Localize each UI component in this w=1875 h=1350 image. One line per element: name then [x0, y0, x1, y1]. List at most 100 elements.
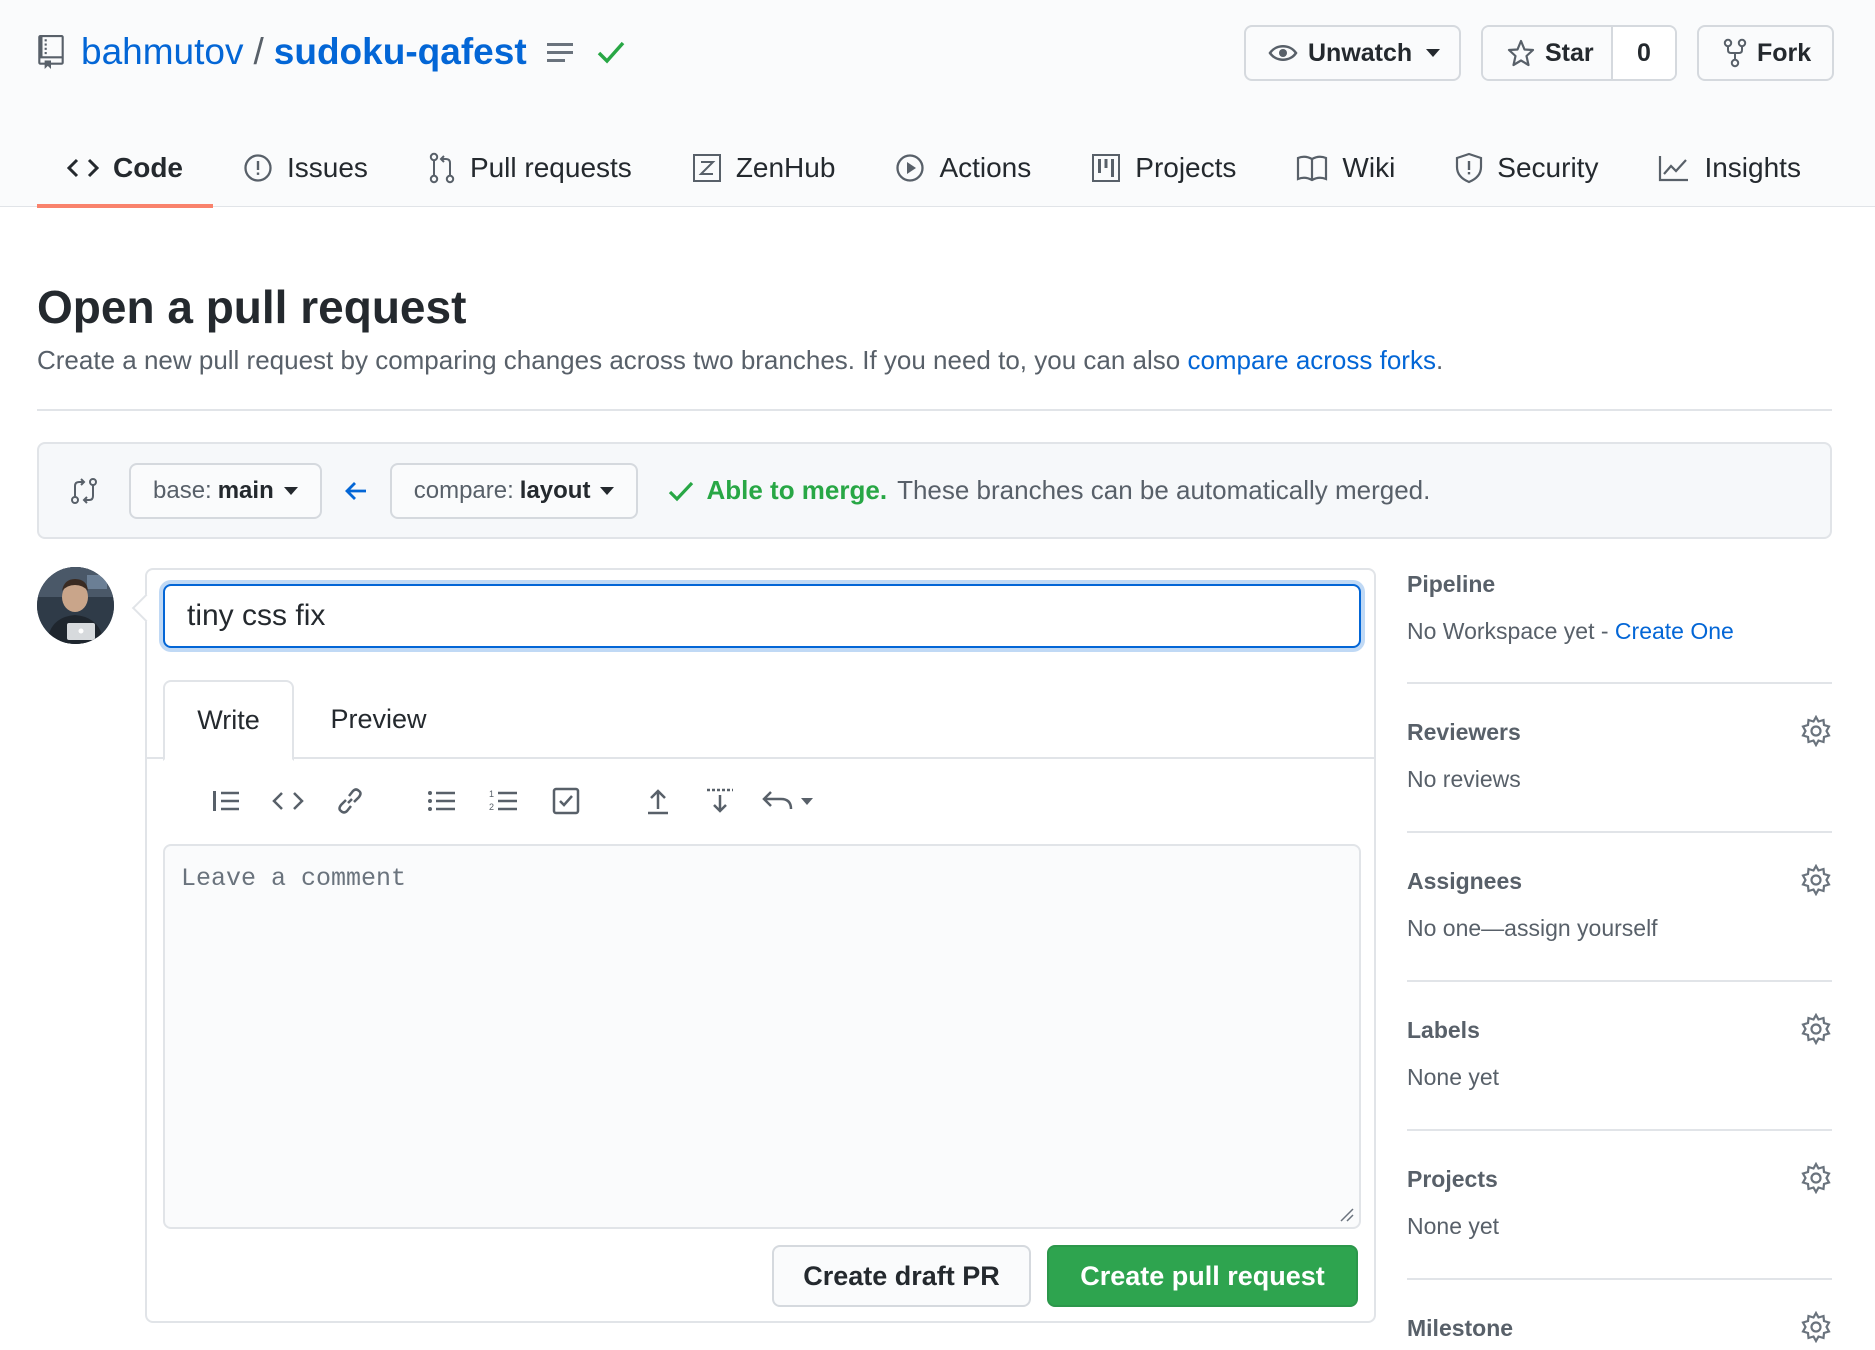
compare-across-forks-link[interactable]: compare across forks: [1187, 345, 1436, 375]
issue-icon: [243, 153, 273, 183]
base-branch-select[interactable]: base: main: [129, 462, 322, 519]
unwatch-button[interactable]: Unwatch: [1244, 25, 1461, 81]
star-label: Star: [1545, 38, 1594, 67]
tab-actions[interactable]: Actions: [865, 128, 1061, 207]
create-draft-pr-button[interactable]: Create draft PR: [772, 1245, 1031, 1307]
compare-branch-select[interactable]: compare: layout: [389, 462, 639, 519]
unordered-list-icon[interactable]: [419, 778, 465, 824]
tab-zenhub[interactable]: ZenHub: [662, 128, 866, 207]
discussion-sidebar: Pipeline No Workspace yet - Create One R…: [1407, 567, 1832, 1350]
svg-text:2: 2: [489, 802, 494, 812]
tab-wiki[interactable]: Wiki: [1266, 128, 1425, 207]
fork-button[interactable]: Fork: [1697, 25, 1834, 81]
tab-insights-label: Insights: [1704, 151, 1801, 183]
tab-write[interactable]: Write: [163, 680, 294, 761]
resize-handle-icon[interactable]: [1339, 1207, 1355, 1223]
repo-name-link[interactable]: sudoku-qafest: [274, 31, 527, 73]
tab-preview[interactable]: Preview: [307, 680, 450, 759]
milestone-heading: Milestone: [1407, 1315, 1514, 1341]
pipeline-text: No Workspace yet -: [1407, 618, 1615, 644]
create-pull-request-button[interactable]: Create pull request: [1047, 1245, 1358, 1307]
labels-heading: Labels: [1407, 1017, 1480, 1043]
comment-placeholder: Leave a comment: [181, 864, 407, 893]
project-icon: [1091, 153, 1121, 183]
star-button[interactable]: Star: [1483, 27, 1613, 79]
tab-actions-label: Actions: [939, 151, 1032, 183]
tab-insights[interactable]: Insights: [1628, 128, 1831, 207]
play-icon: [895, 153, 925, 183]
write-preview-tabs: Write Preview: [147, 680, 1374, 761]
eye-icon: [1268, 42, 1298, 64]
pipeline-value: No Workspace yet - Create One: [1407, 618, 1734, 645]
tab-code[interactable]: Code: [37, 128, 213, 208]
tab-security[interactable]: Security: [1425, 128, 1628, 207]
graph-icon: [1658, 154, 1690, 182]
base-prefix: base:: [153, 476, 212, 504]
quote-icon[interactable]: [203, 778, 249, 824]
reviewers-value: No reviews: [1407, 766, 1521, 792]
star-icon: [1507, 39, 1535, 67]
sidebar-projects: Projects None yet: [1407, 1131, 1832, 1280]
sidebar-milestone: Milestone: [1407, 1280, 1832, 1350]
fork-label: Fork: [1757, 38, 1812, 67]
title-input[interactable]: [163, 584, 1361, 648]
labels-value: None yet: [1407, 1064, 1500, 1090]
reply-icon[interactable]: [759, 778, 819, 824]
compare-prefix: compare:: [413, 476, 514, 504]
repo-nav: Code Issues Pull requests ZenHub Actions: [37, 128, 1831, 208]
zenhub-icon: [692, 153, 722, 183]
pipeline-heading: Pipeline: [1407, 571, 1496, 597]
comment-textarea[interactable]: Leave a comment: [163, 844, 1361, 1229]
tab-pull-requests[interactable]: Pull requests: [398, 128, 662, 207]
gear-icon[interactable]: [1800, 864, 1832, 896]
tab-projects[interactable]: Projects: [1061, 128, 1266, 207]
tab-issues-label: Issues: [287, 151, 368, 183]
star-count[interactable]: 0: [1613, 27, 1675, 79]
gear-icon[interactable]: [1800, 715, 1832, 747]
arrow-left-icon: [344, 480, 368, 502]
tab-zenhub-label: ZenHub: [735, 151, 836, 183]
page-description-text: Create a new pull request by comparing c…: [37, 345, 1188, 375]
link-icon[interactable]: [327, 778, 373, 824]
ordered-list-icon[interactable]: 12: [481, 778, 527, 824]
repo-icon: [37, 35, 65, 69]
sidebar-assignees: Assignees No one—assign yourself: [1407, 833, 1832, 982]
create-one-link[interactable]: Create One: [1615, 618, 1734, 644]
tab-code-label: Code: [113, 151, 183, 183]
hamburger-menu-icon[interactable]: [545, 41, 575, 63]
compose-pointer: [131, 593, 161, 623]
range-editor: base: main compare: layout Able to merge…: [37, 442, 1832, 539]
tab-pull-requests-label: Pull requests: [469, 151, 632, 183]
merge-ok-label: Able to merge.: [706, 475, 888, 505]
sidebar-labels: Labels None yet: [1407, 982, 1832, 1131]
repo-separator: /: [253, 31, 264, 72]
mention-icon[interactable]: [697, 778, 743, 824]
gear-icon[interactable]: [1800, 1013, 1832, 1045]
gear-icon[interactable]: [1800, 1162, 1832, 1194]
tab-issues[interactable]: Issues: [213, 128, 398, 207]
repo-actions: Unwatch Star 0 Fork: [1244, 25, 1834, 81]
projects-value: None yet: [1407, 1213, 1500, 1239]
star-group: Star 0: [1481, 25, 1677, 81]
task-list-icon[interactable]: [543, 778, 589, 824]
merge-status-text: These branches can be automatically merg…: [897, 475, 1431, 505]
check-status-icon[interactable]: [597, 40, 625, 64]
assignees-value[interactable]: No one—assign yourself: [1407, 915, 1658, 942]
gear-icon[interactable]: [1800, 1311, 1832, 1343]
sidebar-pipeline: Pipeline No Workspace yet - Create One: [1407, 567, 1832, 684]
code-icon[interactable]: [265, 778, 311, 824]
code-icon: [67, 157, 99, 179]
compare-ref: layout: [519, 476, 591, 504]
avatar[interactable]: [37, 567, 114, 644]
check-icon: [668, 480, 694, 502]
projects-heading: Projects: [1407, 1166, 1498, 1192]
repo-owner-link[interactable]: bahmutov: [81, 31, 244, 73]
tab-wiki-label: Wiki: [1342, 151, 1396, 183]
sidebar-reviewers: Reviewers No reviews: [1407, 684, 1832, 833]
upload-icon[interactable]: [635, 778, 681, 824]
caret-down-icon: [600, 486, 615, 495]
caret-down-icon: [1426, 49, 1441, 57]
markdown-toolbar: 12: [203, 778, 835, 824]
git-compare-icon: [69, 476, 99, 506]
divider: [37, 409, 1832, 411]
